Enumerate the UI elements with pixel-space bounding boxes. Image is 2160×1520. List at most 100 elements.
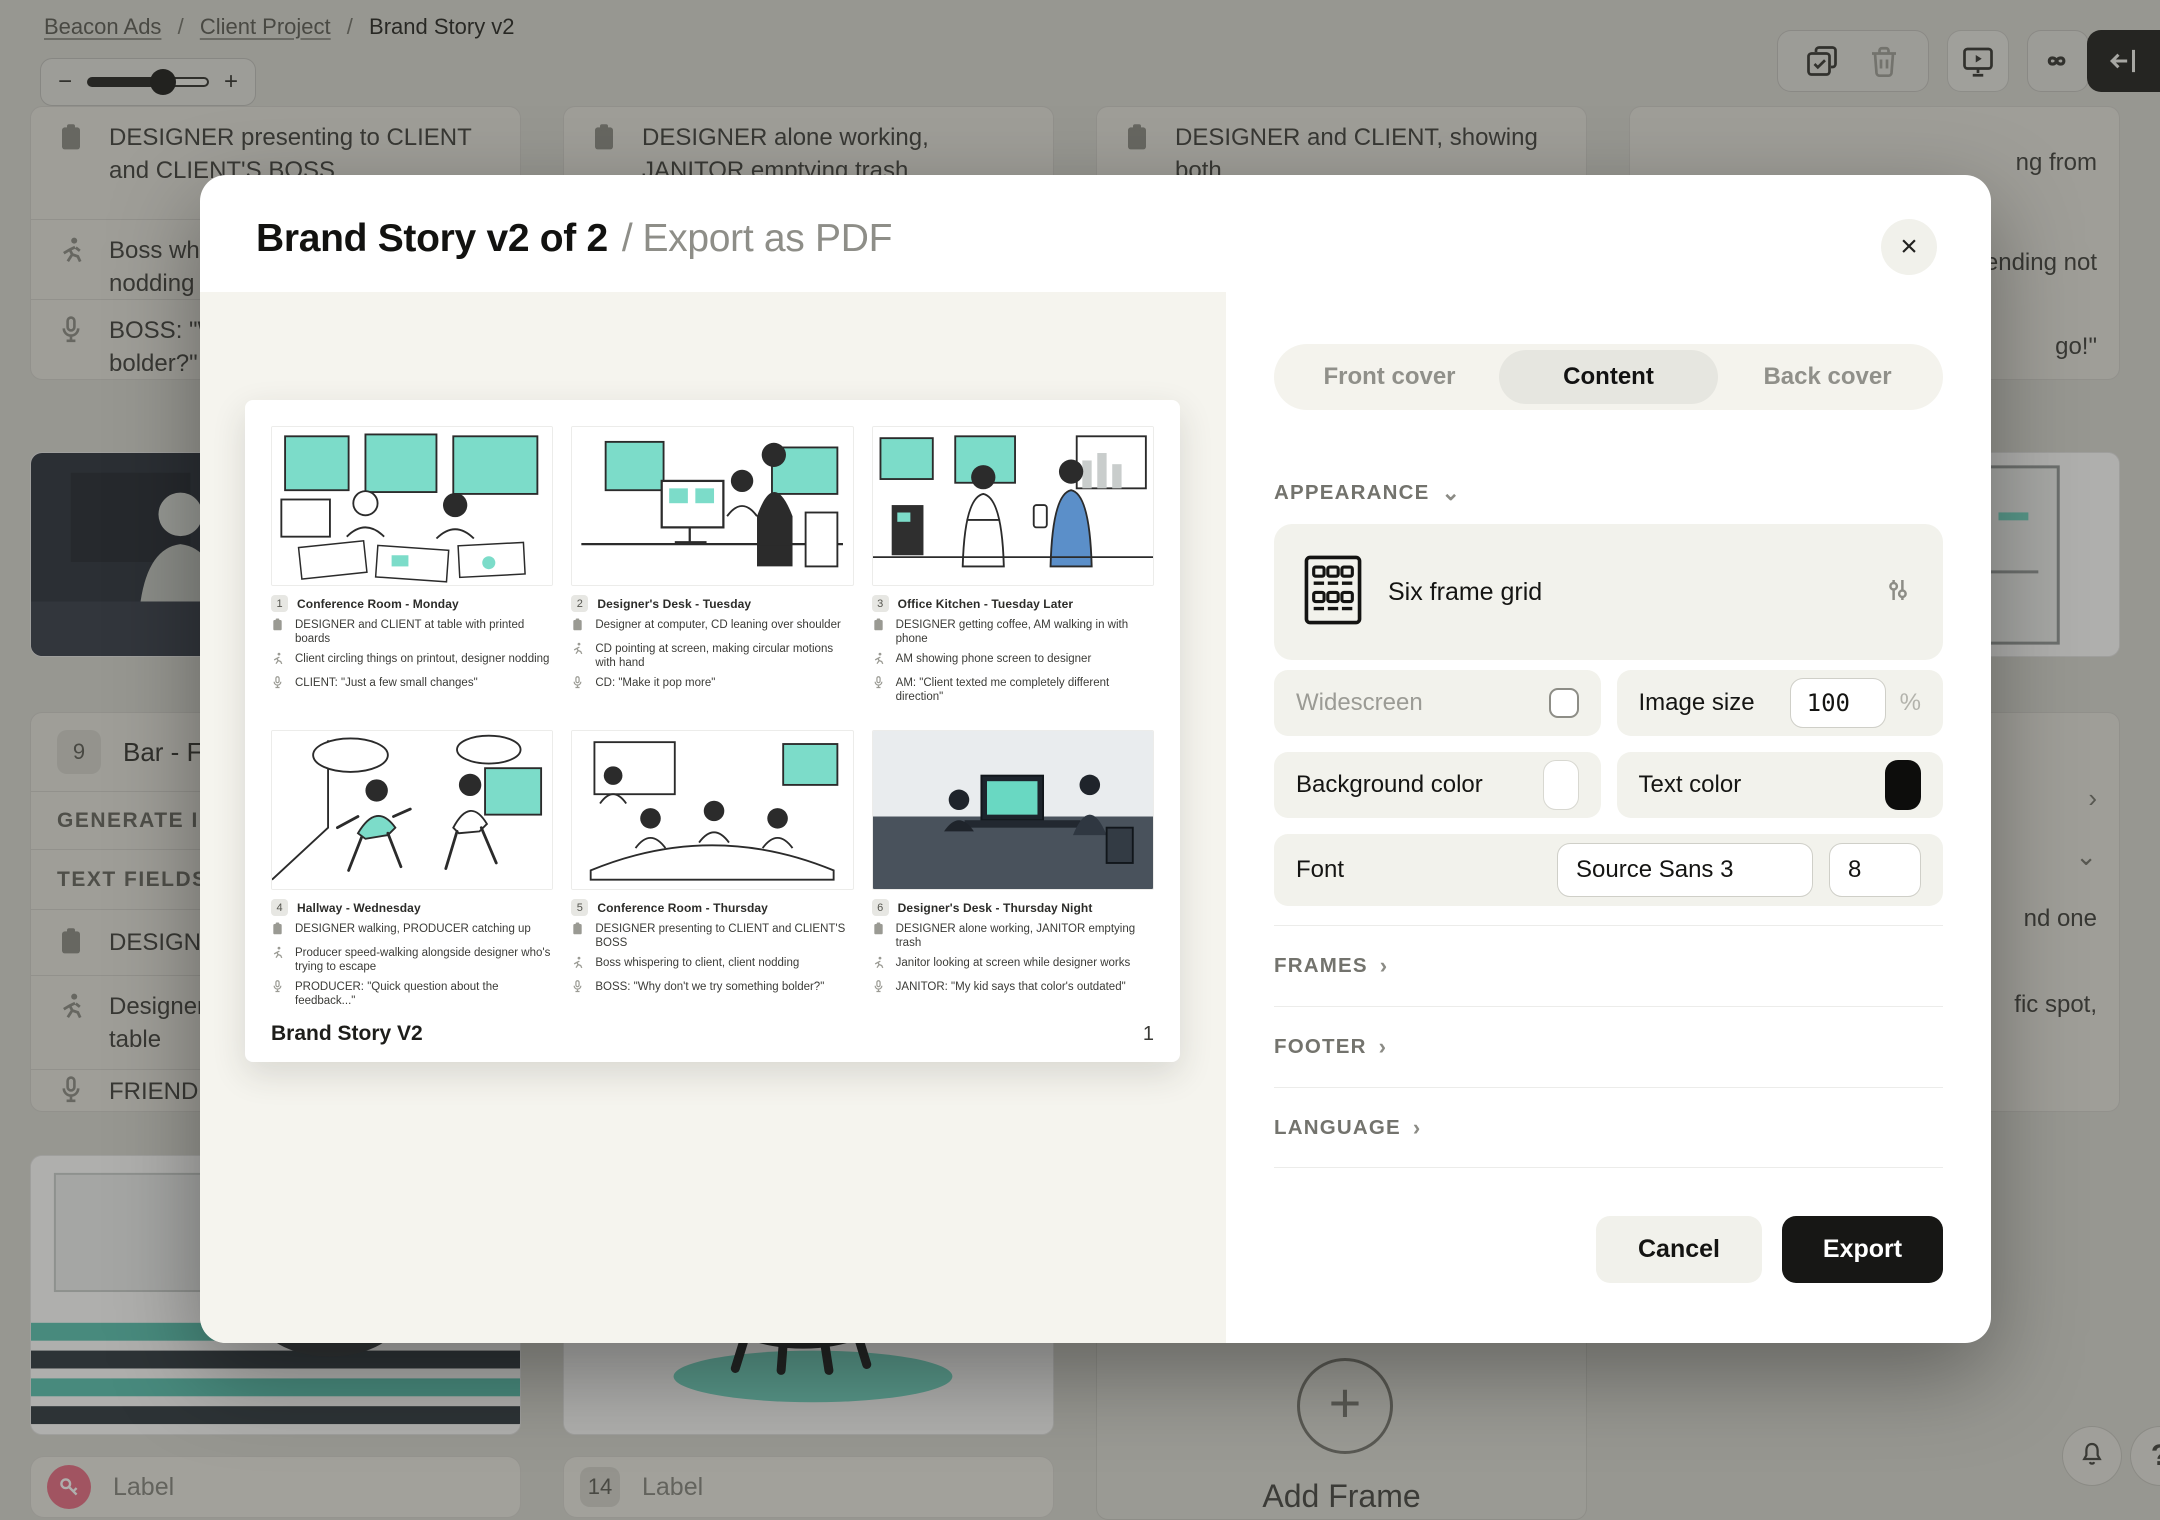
clipboard-icon — [571, 618, 586, 636]
modal-actions: Cancel Export — [1596, 1216, 1943, 1283]
font-family-input[interactable]: Source Sans 3 — [1557, 843, 1813, 897]
frames-heading: FRAMES — [1274, 954, 1368, 978]
frame-dialogue: JANITOR: "My kid says that color's outda… — [896, 980, 1126, 994]
frame-description: DESIGNER presenting to CLIENT and CLIENT… — [595, 922, 853, 950]
clipboard-icon — [271, 618, 286, 636]
clipboard-icon — [872, 922, 887, 940]
preview-frame-6: 6 Designer's Desk - Thursday Night DESIGN… — [872, 730, 1154, 1008]
preview-frame-4: 4 Hallway - Wednesday DESIGNER walking, P… — [271, 730, 553, 1008]
mic-icon — [872, 980, 887, 998]
modal-title-text: Brand Story v2 of 2 — [256, 217, 608, 260]
frame-number: 3 — [872, 595, 889, 612]
settings-row-2: Background color Text color — [1274, 752, 1943, 818]
modal-title-separator: / — [622, 217, 633, 260]
frames-section-toggle[interactable]: FRAMES › — [1274, 925, 1943, 1006]
frame-number: 4 — [271, 899, 288, 916]
frame-description: Designer at computer, CD leaning over sh… — [595, 618, 840, 632]
run-icon — [571, 642, 586, 660]
mic-icon — [271, 676, 286, 694]
frame-illustration-meeting — [571, 730, 853, 890]
font-setting: Font Source Sans 3 8 — [1274, 834, 1943, 906]
frame-description: DESIGNER and CLIENT at table with printe… — [295, 618, 553, 646]
frame-illustration-night-desk — [872, 730, 1154, 890]
preview-frame-1: 1Conference Room - Monday DESIGNER and C… — [271, 426, 553, 704]
image-size-input[interactable]: 100 — [1790, 678, 1886, 728]
collapsed-sections: FRAMES › FOOTER› LANGUAGE › — [1274, 925, 1943, 1168]
footer-section-toggle[interactable]: FOOTER› — [1274, 1006, 1943, 1087]
widescreen-checkbox[interactable] — [1549, 688, 1579, 718]
tab-back-cover[interactable]: Back cover — [1718, 350, 1937, 404]
export-button[interactable]: Export — [1782, 1216, 1943, 1283]
background-color-label: Background color — [1296, 771, 1529, 799]
frame-description: DESIGNER walking, PRODUCER catching up — [295, 922, 531, 936]
clipboard-icon — [271, 922, 286, 940]
layout-name: Six frame grid — [1388, 578, 1857, 607]
app-screen: TEXT FIELDS DESIGNER presenting to CLIEN… — [0, 0, 2160, 1520]
run-icon — [872, 652, 887, 670]
frame-action: CD pointing at screen, making circular m… — [595, 642, 853, 670]
layout-selector[interactable]: Six frame grid — [1274, 524, 1943, 660]
pdf-page-preview: 1Conference Room - Monday DESIGNER and C… — [245, 400, 1180, 1062]
modal-subtitle: Export as PDF — [642, 217, 892, 260]
cancel-button[interactable]: Cancel — [1596, 1216, 1762, 1283]
frame-number: 2 — [571, 595, 588, 612]
tab-front-cover[interactable]: Front cover — [1280, 350, 1499, 404]
frame-dialogue: CLIENT: "Just a few small changes" — [295, 676, 478, 690]
run-icon — [571, 956, 586, 974]
preview-frame-5: 5Conference Room - Thursday DESIGNER pre… — [571, 730, 853, 1008]
mic-icon — [271, 980, 286, 998]
mic-icon — [872, 676, 887, 694]
frame-illustration-kitchen — [872, 426, 1154, 586]
frame-location: Conference Room - Thursday — [597, 901, 768, 915]
background-color-swatch[interactable] — [1543, 760, 1579, 810]
clipboard-icon — [872, 618, 887, 636]
frame-illustration-desk — [571, 426, 853, 586]
frame-location: Designer's Desk - Tuesday — [597, 597, 751, 611]
run-icon — [872, 956, 887, 974]
background-color-setting: Background color — [1274, 752, 1601, 818]
preview-frame-2: 2 Designer's Desk - Tuesday Designer at c… — [571, 426, 853, 704]
frame-number: 6 — [872, 899, 889, 916]
mic-icon — [571, 980, 586, 998]
run-icon — [271, 946, 286, 964]
frame-action: AM showing phone screen to designer — [896, 652, 1092, 666]
mic-icon — [571, 676, 586, 694]
page-footer: Brand Story V2 1 — [271, 1022, 1154, 1046]
frame-location: Designer's Desk - Thursday Night — [898, 901, 1093, 915]
modal-title: Brand Story v2 of 2 /Export as PDF — [256, 217, 892, 261]
frame-dialogue: AM: "Client texted me completely differe… — [896, 676, 1154, 704]
chevron-down-icon: ⌄ — [1442, 480, 1462, 506]
text-color-label: Text color — [1639, 771, 1872, 799]
chevron-right-icon: › — [1380, 953, 1389, 979]
close-icon: × — [1900, 230, 1918, 264]
frame-location: Hallway - Wednesday — [297, 901, 421, 915]
font-size-input[interactable]: 8 — [1829, 843, 1921, 897]
image-size-label: Image size — [1639, 689, 1776, 717]
export-pdf-modal: Brand Story v2 of 2 /Export as PDF × — [200, 175, 1991, 1343]
language-section-toggle[interactable]: LANGUAGE › — [1274, 1087, 1943, 1168]
frame-illustration-hallway — [271, 730, 553, 890]
tab-content[interactable]: Content — [1499, 350, 1718, 404]
frame-dialogue: CD: "Make it pop more" — [595, 676, 715, 690]
appearance-heading: APPEARANCE — [1274, 481, 1430, 505]
text-color-swatch[interactable] — [1885, 760, 1921, 810]
frame-number: 1 — [271, 595, 288, 612]
language-heading: LANGUAGE — [1274, 1116, 1401, 1140]
frame-action: Janitor looking at screen while designer… — [896, 956, 1131, 970]
frame-grid: 1Conference Room - Monday DESIGNER and C… — [271, 426, 1154, 1008]
widescreen-label: Widescreen — [1296, 689, 1535, 717]
six-frame-grid-icon — [1304, 555, 1362, 630]
text-color-setting: Text color — [1617, 752, 1944, 818]
run-icon — [271, 652, 286, 670]
preview-frame-3: 3 Office Kitchen - Tuesday Later DESIGNER… — [872, 426, 1154, 704]
frame-description: DESIGNER getting coffee, AM walking in w… — [896, 618, 1154, 646]
page-number: 1 — [1143, 1023, 1154, 1046]
appearance-section-header[interactable]: APPEARANCE ⌄ — [1274, 480, 1461, 506]
frame-illustration-conference — [271, 426, 553, 586]
chevron-right-icon: › — [1413, 1115, 1422, 1141]
close-button[interactable]: × — [1881, 219, 1937, 275]
clipboard-icon — [571, 922, 586, 940]
frame-location: Office Kitchen - Tuesday Later — [898, 597, 1073, 611]
layout-options-icon[interactable] — [1883, 575, 1913, 610]
frame-description: DESIGNER alone working, JANITOR emptying… — [896, 922, 1154, 950]
